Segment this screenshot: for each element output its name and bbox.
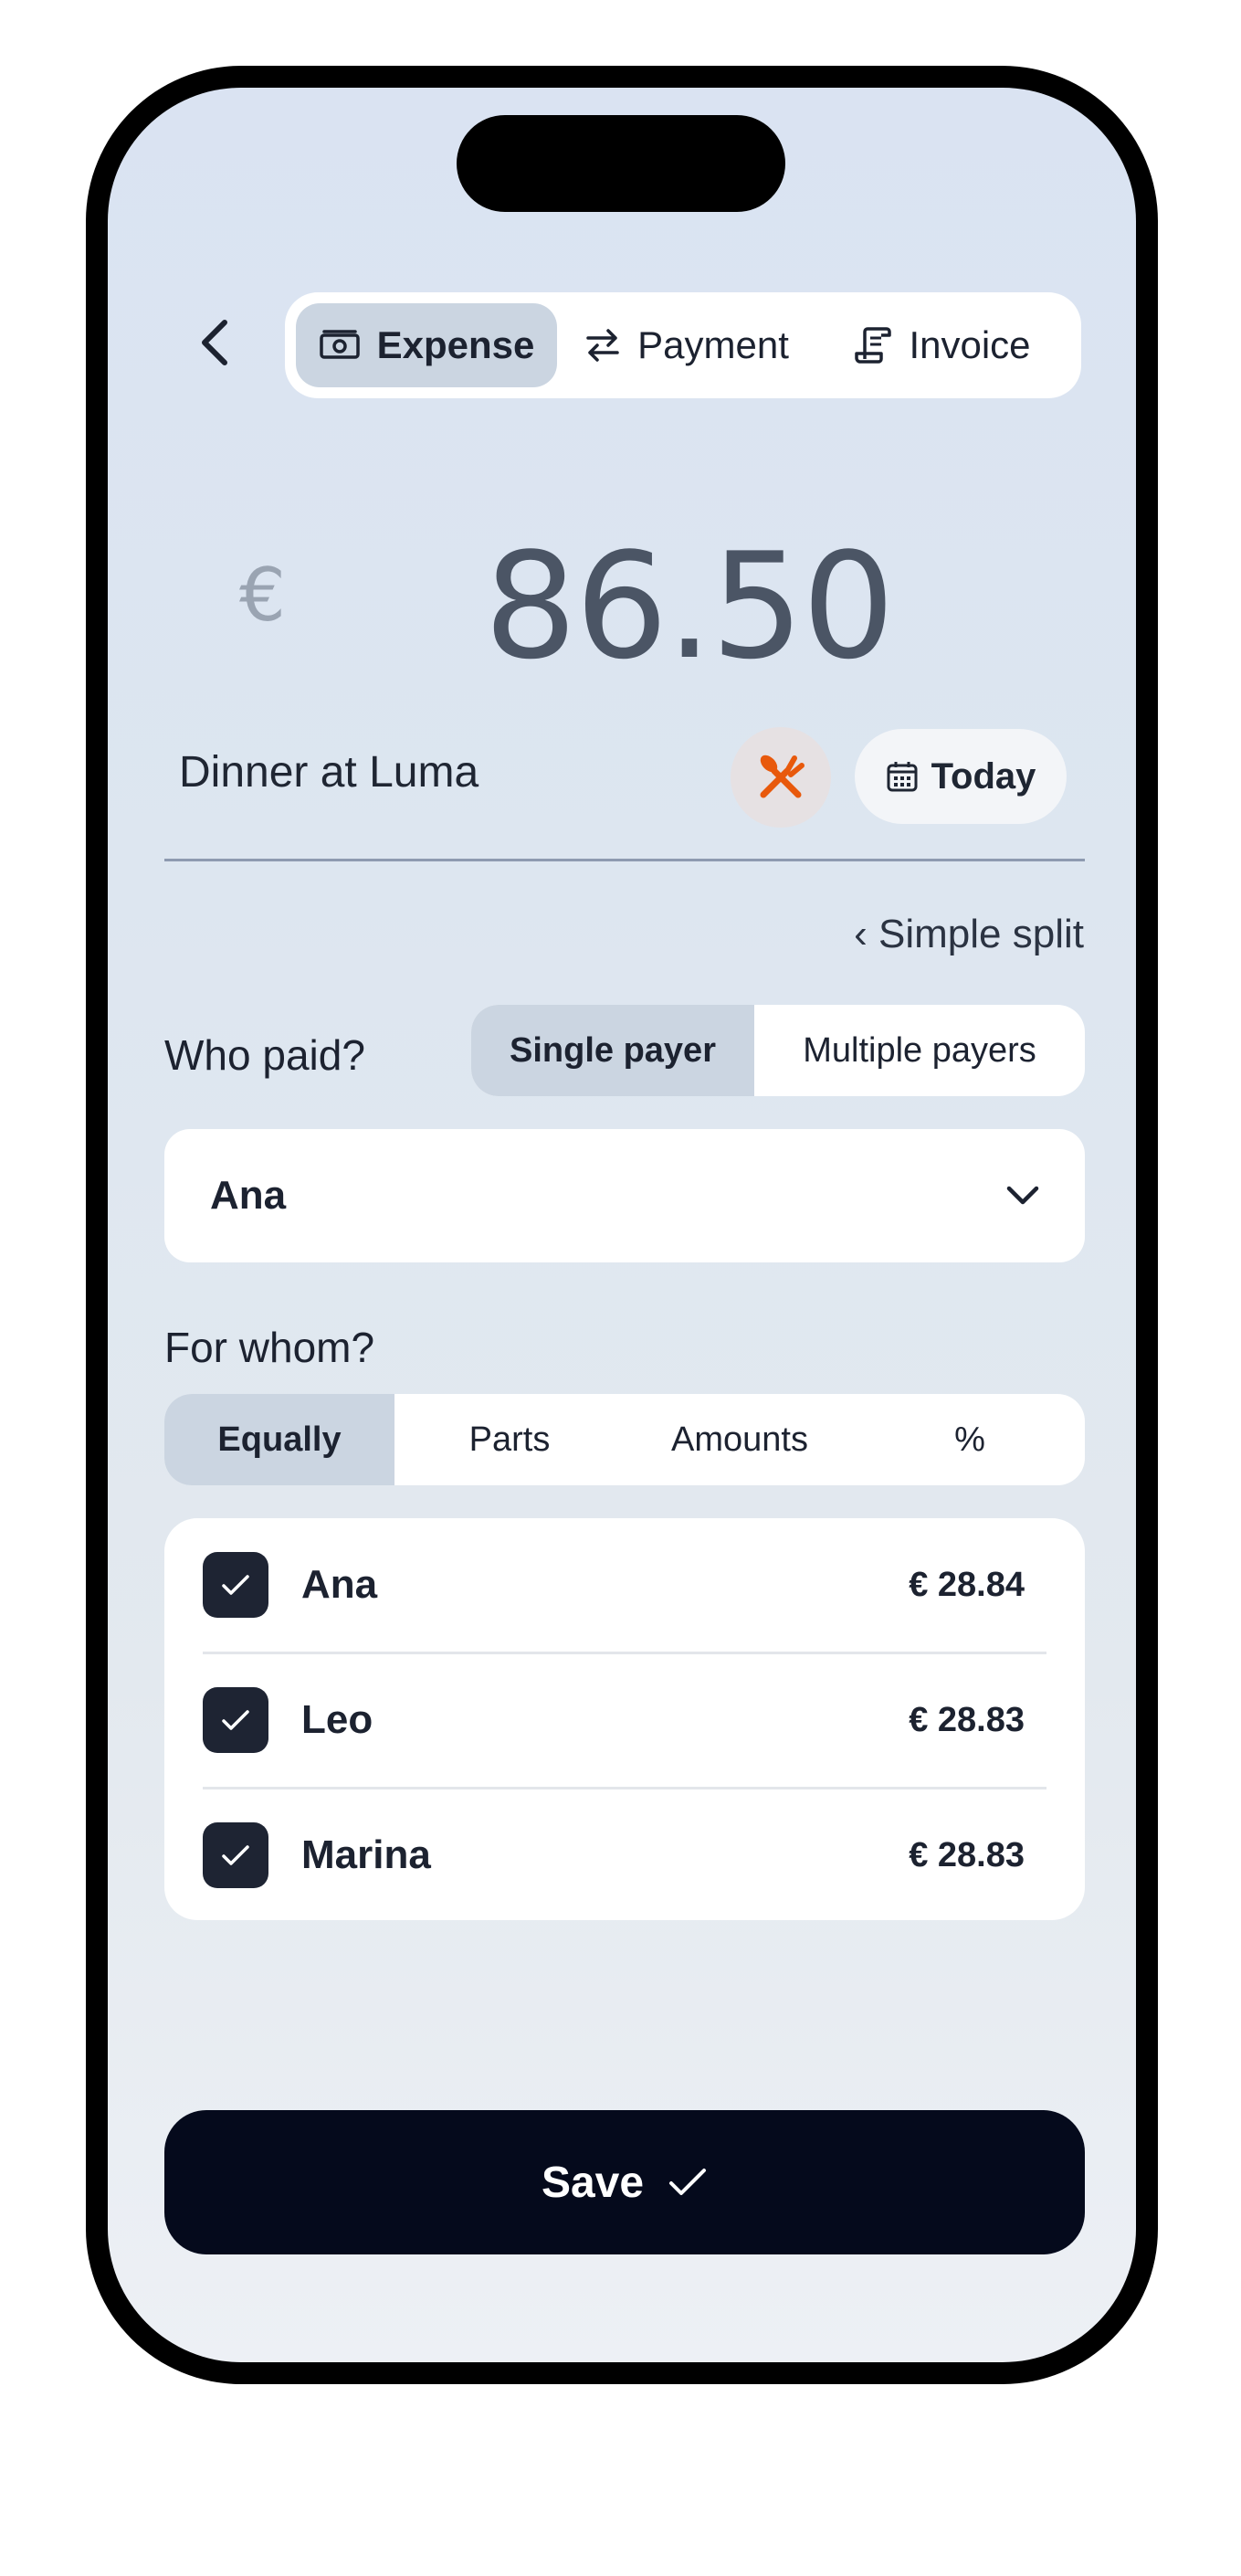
dynamic-island xyxy=(457,115,785,212)
tab-expense[interactable]: Expense xyxy=(296,303,557,387)
check-icon xyxy=(222,1710,249,1730)
member-name: Ana xyxy=(301,1562,378,1607)
member-row[interactable]: Marina € 28.83 xyxy=(164,1789,1085,1924)
save-button[interactable]: Save xyxy=(164,2110,1085,2254)
description-input[interactable]: Dinner at Luma xyxy=(179,747,479,797)
simple-split-link[interactable]: ‹ Simple split xyxy=(854,912,1084,957)
who-paid-label: Who paid? xyxy=(164,1031,365,1079)
check-icon xyxy=(222,1575,249,1595)
payer-dropdown[interactable]: Ana xyxy=(164,1129,1085,1262)
back-button[interactable] xyxy=(183,311,247,375)
member-list: Ana € 28.84 Leo € 28.83 Marina € 28.83 xyxy=(164,1518,1085,1920)
date-label: Today xyxy=(931,755,1036,797)
member-row[interactable]: Ana € 28.84 xyxy=(164,1518,1085,1653)
banknote-icon xyxy=(319,330,360,359)
tab-payment-label: Payment xyxy=(637,323,789,366)
member-row[interactable]: Leo € 28.83 xyxy=(164,1653,1085,1789)
member-share: € 28.84 xyxy=(909,1566,1025,1604)
tab-amounts[interactable]: Amounts xyxy=(625,1394,855,1485)
single-payer-option[interactable]: Single payer xyxy=(471,1005,754,1096)
tab-percent[interactable]: % xyxy=(855,1394,1085,1485)
for-whom-label: For whom? xyxy=(164,1324,375,1371)
arrows-swap-icon xyxy=(586,329,619,362)
split-method-tabs: Equally Parts Amounts % xyxy=(164,1394,1085,1485)
member-checkbox[interactable] xyxy=(203,1552,268,1618)
member-checkbox[interactable] xyxy=(203,1822,268,1888)
check-icon xyxy=(669,2169,707,2195)
tab-equally[interactable]: Equally xyxy=(164,1394,394,1485)
description-divider xyxy=(164,859,1085,861)
tab-invoice-label: Invoice xyxy=(909,323,1031,366)
payer-mode-toggle: Single payer Multiple payers xyxy=(471,1005,1085,1096)
tab-expense-label: Expense xyxy=(376,323,535,366)
calendar-icon xyxy=(887,762,918,792)
member-share: € 28.83 xyxy=(909,1701,1025,1739)
member-name: Leo xyxy=(301,1697,373,1742)
utensils-icon xyxy=(760,755,805,798)
member-name: Marina xyxy=(301,1832,431,1877)
amount-value[interactable]: 86.50 xyxy=(484,521,895,692)
save-label: Save xyxy=(541,2158,645,2207)
multiple-payers-option[interactable]: Multiple payers xyxy=(754,1005,1085,1096)
member-share: € 28.83 xyxy=(909,1836,1025,1874)
tab-invoice[interactable]: Invoice xyxy=(815,303,1070,387)
currency-symbol[interactable]: € xyxy=(239,553,286,638)
tab-payment[interactable]: Payment xyxy=(563,303,810,387)
tab-parts[interactable]: Parts xyxy=(394,1394,625,1485)
category-button[interactable] xyxy=(731,727,831,828)
chevron-down-icon xyxy=(1006,1186,1039,1205)
member-checkbox[interactable] xyxy=(203,1687,268,1753)
payer-value: Ana xyxy=(210,1173,287,1218)
check-icon xyxy=(222,1845,249,1865)
entry-type-switch: Expense Payment Invoice xyxy=(285,292,1081,398)
chevron-left-icon xyxy=(202,320,227,365)
receipt-icon xyxy=(855,327,892,364)
date-button[interactable]: Today xyxy=(855,729,1067,824)
